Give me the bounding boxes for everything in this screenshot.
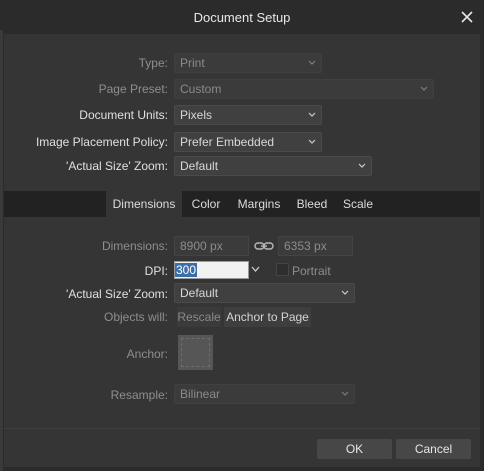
anchor-grid — [178, 335, 213, 370]
height-field: 6353 px — [278, 236, 353, 256]
type-label: Type: — [138, 56, 168, 70]
image-placement-label: Image Placement Policy: — [35, 135, 168, 149]
dpi-input[interactable]: 300 — [174, 261, 249, 279]
window-edge — [0, 30, 3, 471]
chevron-down-icon — [420, 86, 428, 91]
document-units-label: Document Units: — [79, 108, 168, 122]
chevron-down-icon — [341, 391, 349, 396]
document-units-dropdown[interactable]: Pixels — [174, 105, 322, 125]
dims-actual-size-zoom-label: 'Actual Size' Zoom: — [66, 287, 168, 301]
portrait-checkbox — [276, 263, 289, 276]
actual-size-zoom-label: 'Actual Size' Zoom: — [66, 159, 168, 173]
actual-size-zoom-dropdown[interactable]: Default — [174, 156, 372, 176]
tab-bleed[interactable]: Bleed — [292, 191, 332, 217]
tab-scale[interactable]: Scale — [338, 191, 378, 217]
image-placement-dropdown[interactable]: Prefer Embedded — [174, 132, 322, 152]
tab-margins[interactable]: Margins — [232, 191, 286, 217]
width-field: 8900 px — [174, 236, 249, 256]
resample-label: Resample: — [110, 388, 168, 402]
actual-size-zoom-value: Default — [180, 159, 219, 173]
cancel-button[interactable]: Cancel — [396, 439, 471, 459]
dimensions-label: Dimensions: — [101, 239, 168, 253]
tab-dimensions[interactable]: Dimensions — [106, 191, 182, 217]
anchor-to-page-button: Anchor to Page — [224, 307, 311, 327]
chevron-down-icon — [308, 60, 316, 65]
dialog-title: Document Setup — [193, 10, 291, 25]
type-value: Print — [180, 56, 205, 70]
page-preset-value: Custom — [180, 82, 222, 96]
dpi-label: DPI: — [144, 264, 168, 278]
page-preset-label: Page Preset: — [98, 82, 168, 96]
chevron-down-icon[interactable] — [251, 266, 260, 273]
close-icon[interactable] — [458, 8, 476, 26]
page-preset-dropdown: Custom — [174, 79, 434, 99]
resample-dropdown: Bilinear — [174, 384, 355, 404]
chevron-down-icon — [308, 139, 316, 144]
chevron-down-icon — [358, 163, 366, 168]
document-units-value: Pixels — [180, 108, 213, 122]
image-placement-value: Prefer Embedded — [180, 135, 275, 149]
objects-will-label: Objects will: — [103, 310, 168, 324]
dims-actual-size-zoom-dropdown[interactable]: Default — [174, 283, 355, 303]
portrait-label: Portrait — [292, 264, 331, 278]
resample-value: Bilinear — [180, 387, 221, 401]
dims-actual-size-zoom-value: Default — [180, 286, 219, 300]
anchor-label: Anchor: — [126, 347, 168, 361]
link-icon — [254, 240, 274, 252]
type-dropdown: Print — [174, 53, 322, 73]
footer-divider — [4, 428, 480, 429]
ok-button[interactable]: OK — [317, 439, 392, 459]
dpi-value: 300 — [175, 263, 198, 277]
chevron-down-icon — [341, 290, 349, 295]
rescale-button: Rescale — [177, 307, 221, 327]
tab-color[interactable]: Color — [186, 191, 226, 217]
chevron-down-icon — [308, 112, 316, 117]
